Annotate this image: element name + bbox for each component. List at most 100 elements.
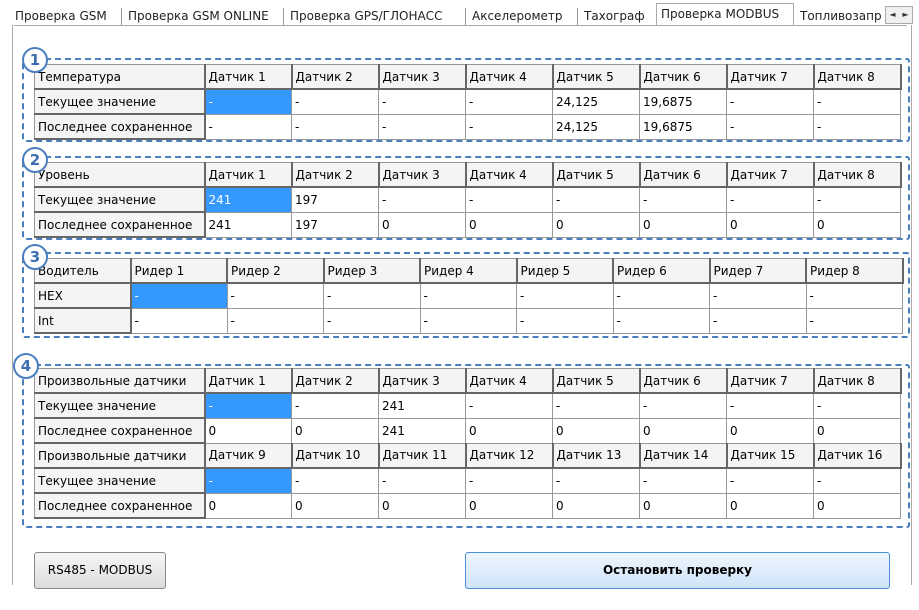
value-cell[interactable]: 241	[204, 211, 292, 238]
value-cell[interactable]: 0	[813, 417, 901, 444]
value-cell[interactable]: -	[465, 113, 553, 140]
value-cell[interactable]: -	[130, 307, 228, 334]
value-cell[interactable]: 0	[378, 492, 466, 519]
value-cell[interactable]: -	[805, 307, 903, 334]
value-cell[interactable]: -	[419, 307, 517, 334]
tab-gps-glonass[interactable]: Проверка GPS/ГЛОНАСС	[290, 8, 466, 25]
value-cell[interactable]: -	[709, 282, 807, 309]
value-cell[interactable]: -	[726, 392, 814, 419]
tab-gsm-online[interactable]: Проверка GSM ONLINE	[128, 8, 284, 25]
value-cell[interactable]: -	[612, 307, 710, 334]
value-cell[interactable]: -	[204, 88, 292, 115]
chevron-right-icon[interactable]: ►	[899, 7, 912, 23]
value-cell[interactable]: -	[805, 282, 903, 309]
value-cell[interactable]: -	[813, 88, 901, 115]
value-cell[interactable]: -	[323, 282, 421, 309]
value-cell[interactable]: -	[204, 113, 292, 140]
value-cell[interactable]: 0	[813, 492, 901, 519]
value-cell[interactable]: -	[465, 186, 553, 213]
value-cell[interactable]: -	[726, 467, 814, 494]
value-cell[interactable]: -	[226, 282, 324, 309]
value-cell[interactable]: -	[378, 467, 466, 494]
value-cell[interactable]: -	[612, 282, 710, 309]
value-cell[interactable]: 0	[726, 417, 814, 444]
value-cell[interactable]: -	[291, 113, 379, 140]
value-cell[interactable]: 197	[291, 211, 379, 238]
value-cell[interactable]: -	[813, 186, 901, 213]
column-header: Датчик 2	[291, 162, 380, 188]
value-cell[interactable]: 19,6875	[639, 113, 727, 140]
value-cell[interactable]: 0	[552, 211, 640, 238]
value-cell[interactable]: -	[516, 282, 614, 309]
value-cell[interactable]: -	[291, 88, 379, 115]
value-cell[interactable]: -	[204, 467, 292, 494]
value-cell[interactable]: 0	[639, 211, 727, 238]
group-1-badge: 1	[22, 47, 48, 73]
value-cell[interactable]: -	[516, 307, 614, 334]
value-cell[interactable]: 0	[726, 211, 814, 238]
value-cell[interactable]: -	[813, 113, 901, 140]
value-cell[interactable]: -	[552, 392, 640, 419]
value-cell[interactable]: -	[130, 282, 228, 309]
value-cell[interactable]: 241	[378, 392, 466, 419]
value-cell[interactable]: -	[709, 307, 807, 334]
tab-gsm[interactable]: Проверка GSM	[15, 8, 122, 25]
value-cell[interactable]: 0	[465, 211, 553, 238]
value-cell[interactable]: -	[726, 88, 814, 115]
value-cell[interactable]: 0	[639, 492, 727, 519]
value-cell[interactable]: 0	[552, 417, 640, 444]
value-cell[interactable]: -	[552, 467, 640, 494]
value-cell[interactable]: -	[726, 186, 814, 213]
value-cell[interactable]: -	[639, 392, 727, 419]
value-cell[interactable]: -	[813, 392, 901, 419]
value-cell[interactable]: 241	[204, 186, 292, 213]
value-cell[interactable]: 0	[726, 492, 814, 519]
value-cell[interactable]: -	[378, 113, 466, 140]
value-cell[interactable]: 19,6875	[639, 88, 727, 115]
value-cell[interactable]: 0	[378, 211, 466, 238]
value-cell[interactable]: -	[465, 392, 553, 419]
table-header-row: Водитель Ридер 1 Ридер 2 Ридер 3 Ридер 4 Риде…	[34, 258, 904, 284]
value-cell[interactable]: 0	[552, 492, 640, 519]
value-cell[interactable]: -	[378, 88, 466, 115]
value-cell[interactable]: -	[291, 392, 379, 419]
tab-accelerometer[interactable]: Акселерометр	[472, 8, 578, 25]
column-header: Датчик 14	[639, 442, 728, 469]
value-cell[interactable]: -	[465, 467, 553, 494]
value-cell[interactable]: -	[378, 186, 466, 213]
value-cell[interactable]: 0	[204, 417, 292, 444]
value-cell[interactable]: -	[552, 186, 640, 213]
value-cell[interactable]: 0	[291, 492, 379, 519]
value-cell[interactable]: 24,125	[552, 113, 640, 140]
value-cell[interactable]: 0	[639, 417, 727, 444]
tab-fuel[interactable]: Топливозапр	[800, 8, 885, 25]
column-header: Датчик 2	[291, 368, 380, 394]
tab-modbus[interactable]: Проверка MODBUS	[656, 3, 794, 25]
value-cell[interactable]: 24,125	[552, 88, 640, 115]
column-header: Датчик 2	[291, 64, 380, 90]
value-cell[interactable]: -	[726, 113, 814, 140]
row-label: Текущее значение	[34, 186, 206, 213]
value-cell[interactable]: 197	[291, 186, 379, 213]
value-cell[interactable]: -	[226, 307, 324, 334]
value-cell[interactable]: -	[323, 307, 421, 334]
value-cell[interactable]: 0	[465, 492, 553, 519]
value-cell[interactable]: -	[419, 282, 517, 309]
group-2-badge: 2	[22, 147, 48, 173]
value-cell[interactable]: -	[291, 467, 379, 494]
value-cell[interactable]: -	[813, 467, 901, 494]
column-header: Датчик 1	[204, 162, 293, 188]
value-cell[interactable]: 0	[465, 417, 553, 444]
tab-tachograph[interactable]: Тахограф	[584, 8, 654, 25]
value-cell[interactable]: 0	[291, 417, 379, 444]
value-cell[interactable]: -	[465, 88, 553, 115]
value-cell[interactable]: 241	[378, 417, 466, 444]
value-cell[interactable]: -	[639, 467, 727, 494]
value-cell[interactable]: 0	[813, 211, 901, 238]
value-cell[interactable]: 0	[204, 492, 292, 519]
value-cell[interactable]: -	[204, 392, 292, 419]
chevron-left-icon[interactable]: ◄	[886, 7, 899, 23]
stop-check-button[interactable]: Остановить проверку	[465, 552, 890, 589]
rs485-modbus-button[interactable]: RS485 - MODBUS	[34, 552, 166, 589]
value-cell[interactable]: -	[639, 186, 727, 213]
